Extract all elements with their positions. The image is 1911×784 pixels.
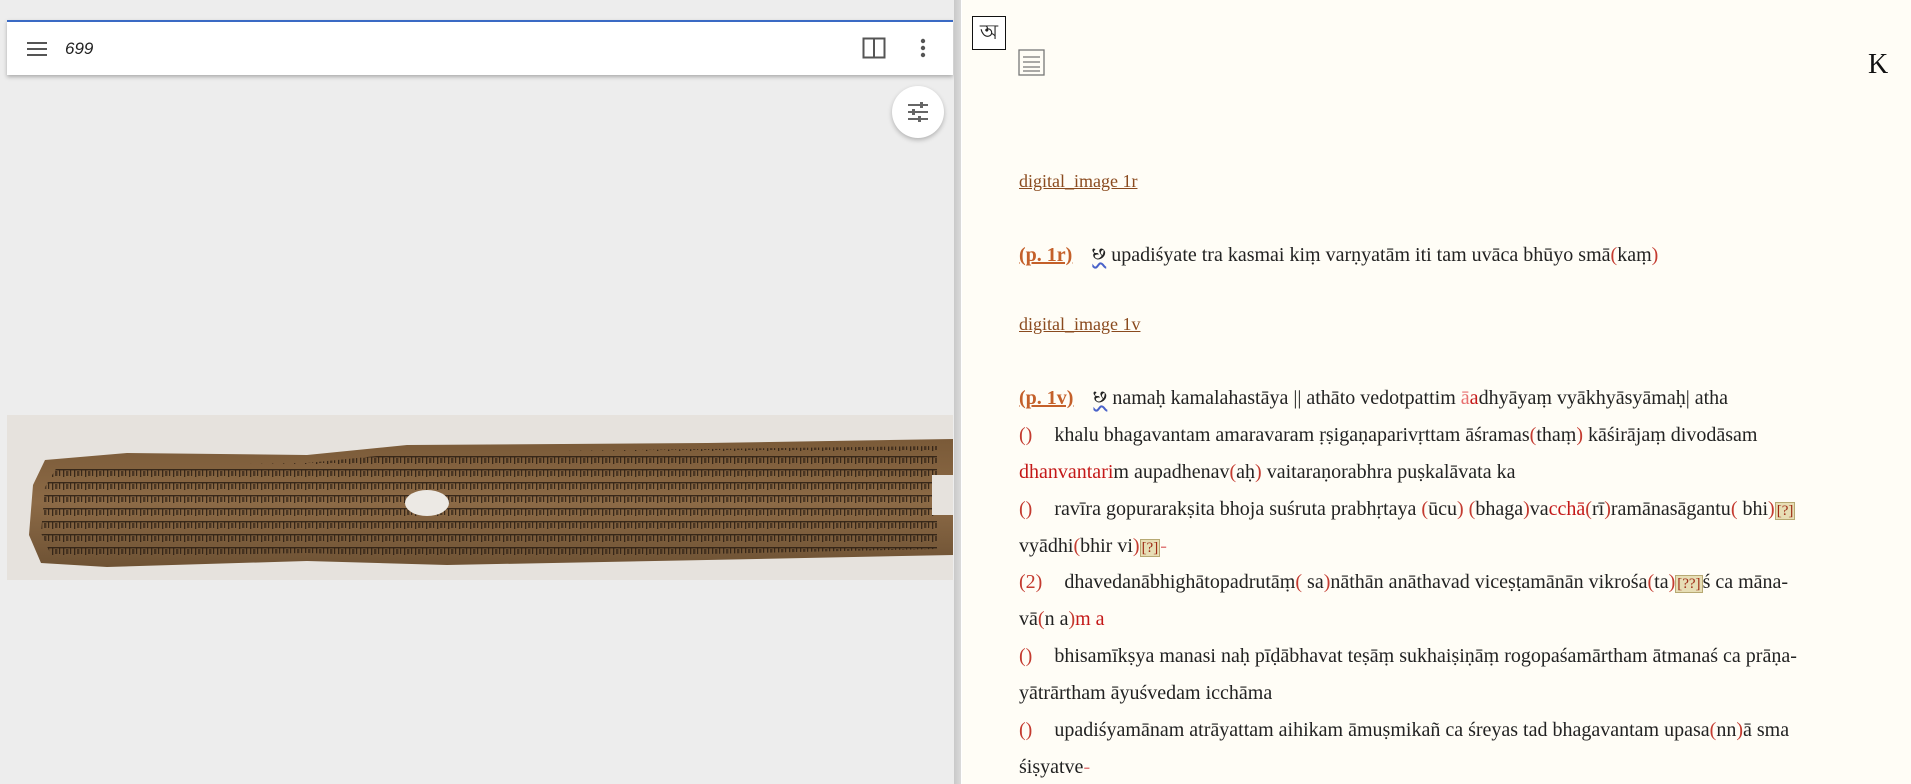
pane-divider[interactable] <box>954 0 961 784</box>
script-toggle-button[interactable]: অ <box>972 16 1006 50</box>
transcript-line: (2) dhavedanābhighātopadrutāṃ( sa)nāthān … <box>1019 571 1891 594</box>
line-text: upadiśyamānam atrāyattam aihikam āmuṣmik… <box>1054 719 1710 741</box>
bracket: ) <box>1132 535 1140 557</box>
line-text: bhisamīkṣya manasi naḥ pīḍābhavat teṣāṃ … <box>1054 645 1797 667</box>
transcript-line-1v: (p. 1v) ꣸ namaḥ kamalahastāya || athāto v… <box>1019 387 1891 410</box>
transcript-line: () bhisamīkṣya manasi naḥ pīḍābhavat teṣā… <box>1019 645 1891 668</box>
line-text: śiṣyatve <box>1019 756 1084 778</box>
line-text: rī <box>1591 498 1605 520</box>
line-text: ā sma <box>1742 719 1790 741</box>
sliders-icon[interactable] <box>892 86 944 138</box>
more-vertical-icon[interactable] <box>911 36 935 60</box>
siglum: ꣸ <box>1092 244 1107 266</box>
line-text: vā <box>1019 608 1038 630</box>
transcript-line: dhanvantarim aupadhenav(aḥ) vaitaraṇorab… <box>1019 461 1891 484</box>
line-text: kāśirājaṃ divodāsam <box>1583 424 1758 446</box>
line-text: kaṃ <box>1617 244 1652 266</box>
line-break-marker: - <box>1160 535 1167 557</box>
line-text: nn <box>1716 719 1737 741</box>
line-text: ramānasāgantu <box>1610 498 1731 520</box>
line-number[interactable]: () <box>1019 424 1032 447</box>
line-text: bhir vi <box>1080 535 1133 557</box>
line-text: thaṃ <box>1536 424 1577 446</box>
line-text: namaḥ kamalahastāya || athāto vedotpatti… <box>1112 387 1461 409</box>
line-text: vaitaraṇorabhra puṣkalāvata ka <box>1261 461 1516 483</box>
folio-label: 699 <box>65 38 94 58</box>
bracket: ) <box>1768 498 1775 520</box>
bracket: ) <box>1604 498 1611 520</box>
line-text: bhaga <box>1475 498 1524 520</box>
bracket: ( <box>1585 498 1592 520</box>
transcript-line: () ravīra gopurarakṣita bhoja suśruta pra… <box>1019 498 1891 521</box>
image-link-1v[interactable]: digital_image 1v <box>1019 314 1140 335</box>
bracket: ) <box>1576 424 1584 446</box>
transcript-line: yātrārtham āyuśvedam icchāma <box>1019 682 1891 705</box>
transcript-line: vyādhi(bhir vi) [?] - <box>1019 535 1891 558</box>
line-text: khalu bhagavantam amaravaram ṛṣigaṇapari… <box>1054 424 1530 446</box>
siglum: ꣸ <box>1093 387 1108 409</box>
hamburger-menu-icon[interactable] <box>25 37 49 61</box>
transcript-line: () upadiśyamānam atrāyattam aihikam āmuṣm… <box>1019 719 1891 742</box>
highlighted-text: dhanvantari <box>1019 461 1114 483</box>
line-number[interactable]: (2) <box>1019 571 1042 594</box>
line-text: yātrārtham āyuśvedam icchāma <box>1019 682 1273 704</box>
line-number[interactable]: () <box>1019 719 1032 742</box>
viewer-toolbar: 699 <box>7 20 953 75</box>
image-link-1r[interactable]: digital_image 1r <box>1019 171 1137 192</box>
line-text: aḥ <box>1236 461 1256 483</box>
transcript-line-1r: (p. 1r) ꣸ upadiśyate tra kasmai kiṃ varṇy… <box>1019 244 1891 267</box>
line-text: ś ca māna- <box>1702 571 1789 593</box>
deleted-char: ā <box>1460 387 1470 409</box>
palm-leaf-manuscript[interactable] <box>7 415 953 580</box>
highlighted-text: cchā <box>1548 498 1586 520</box>
uncertain-marker[interactable]: [?] <box>1139 539 1161 557</box>
line-text: upadiśyate tra kasmai kiṃ varṇyatām iti … <box>1111 244 1611 266</box>
line-number[interactable]: () <box>1019 645 1032 668</box>
line-text: va <box>1529 498 1549 520</box>
bracket: ) <box>1523 498 1530 520</box>
list-icon[interactable] <box>1018 49 1045 76</box>
bracket: ( <box>1037 608 1045 630</box>
transcription-pane: অ K digital_image 1r (p. 1r) ꣸ upadiśyate… <box>962 0 1911 784</box>
line-text: vyādhi <box>1019 535 1074 557</box>
line-text: ravīra gopurarakṣita bhoja suśruta prabh… <box>1054 498 1422 520</box>
uncertain-marker[interactable]: [?] <box>1774 502 1796 520</box>
line-text: dhyāyaṃ vyākhyāsyāmaḥ| atha <box>1478 387 1729 409</box>
transcript-line: śiṣyatve- <box>1019 756 1891 779</box>
line-text: nāthān anāthavad viceṣṭamānān vikrośa <box>1330 571 1648 593</box>
line-text: bhi <box>1737 498 1769 520</box>
bracket: ) <box>1456 498 1464 520</box>
line-text: ta <box>1654 571 1669 593</box>
two-page-layout-icon[interactable] <box>861 36 887 60</box>
image-viewer-pane: 699 <box>0 0 961 784</box>
uncertain-marker[interactable]: [??] <box>1675 575 1703 593</box>
line-number[interactable]: () <box>1019 498 1032 521</box>
highlighted-text: m a <box>1075 608 1105 630</box>
bracket: ) <box>1736 719 1743 741</box>
inserted-char: a <box>1469 387 1479 409</box>
line-text: ūcu <box>1428 498 1457 520</box>
transcript-line: () khalu bhagavantam amaravaram ṛṣigaṇapa… <box>1019 424 1891 447</box>
line-text: n a <box>1044 608 1069 630</box>
page-ref-1v[interactable]: (p. 1v) <box>1019 387 1073 409</box>
line-text: m aupadhenav <box>1113 461 1230 483</box>
bracket: ) <box>1651 244 1659 266</box>
corner-label: K <box>1868 49 1889 80</box>
transcript-line: vā(n a)m a <box>1019 608 1891 631</box>
line-break-marker: - <box>1083 756 1091 778</box>
line-text: sa <box>1302 571 1324 593</box>
bracket: ) <box>1255 461 1262 483</box>
line-text: dhavedanābhighātopadrutāṃ <box>1064 571 1296 593</box>
page-ref-1r[interactable]: (p. 1r) <box>1019 244 1072 266</box>
